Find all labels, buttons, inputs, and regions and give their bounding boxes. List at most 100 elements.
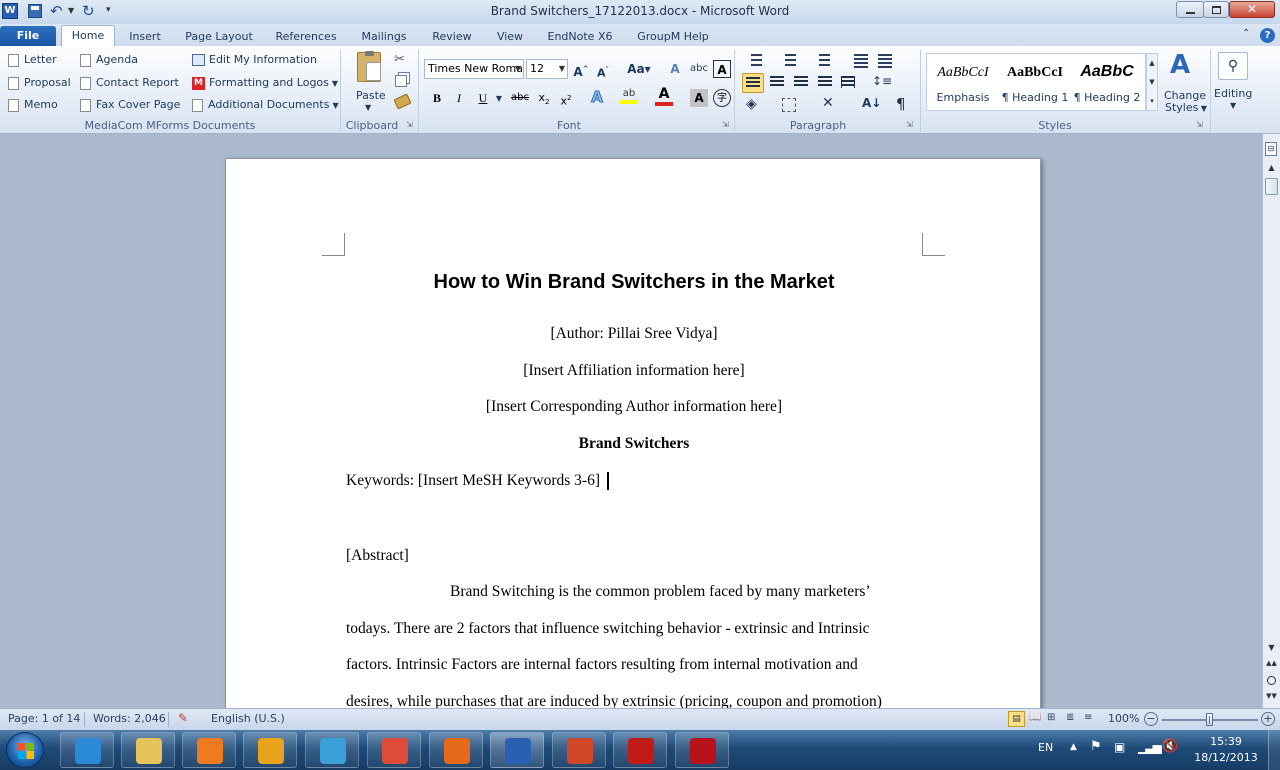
superscript-button[interactable]: x2 [557,89,575,108]
mforms-formatting-and-logos[interactable]: M Formatting and Logos ▼ [192,75,338,92]
paragraph-launcher-icon[interactable]: ⇲ [906,120,913,129]
decrease-indent-icon[interactable] [854,54,868,68]
justify-icon[interactable] [818,76,832,88]
mforms-contact-report[interactable]: Contact Report [80,75,179,91]
page-count[interactable]: Page: 1 of 14 [8,712,80,725]
taskbar-file-explorer-button[interactable] [121,732,175,768]
document-author[interactable]: [Author: Pillai Sree Vidya] [226,325,1042,343]
tab-references[interactable]: References [268,27,344,46]
character-shading-icon[interactable]: A [690,89,708,107]
taskbar-powerpoint-button[interactable] [552,732,606,768]
document-area[interactable]: How to Win Brand Switchers in the Market… [0,134,1262,708]
document-page[interactable]: How to Win Brand Switchers in the Market… [225,158,1041,708]
taskbar-endnote-button[interactable] [675,732,729,768]
tab-mailings[interactable]: Mailings [352,27,416,46]
taskbar-firefox-button[interactable] [429,732,483,768]
view-ruler-icon[interactable]: ⊟ [1265,142,1277,156]
bold-button[interactable]: B [428,89,446,107]
taskbar-media-player-button[interactable] [182,732,236,768]
taskbar-chrome-button[interactable] [367,732,421,768]
multilevel-list-icon[interactable] [814,54,830,68]
tab-file[interactable]: File [0,26,56,46]
mforms-proposal[interactable]: Proposal [8,75,71,91]
distributed-icon[interactable] [841,76,855,88]
enclose-characters-icon[interactable]: 字 [713,89,731,107]
bullets-icon[interactable] [746,54,762,68]
highlight-color-icon[interactable]: ab [620,88,638,104]
tab-review[interactable]: Review [424,27,480,46]
close-button[interactable]: ✕ [1229,1,1275,18]
clipboard-launcher-icon[interactable]: ⇲ [406,120,413,129]
previous-page-icon[interactable]: ▲▲ [1265,659,1278,671]
next-page-icon[interactable]: ▼▼ [1265,692,1278,704]
change-case-icon[interactable]: Aa▾ [626,60,652,78]
underline-dropdown-icon[interactable]: ▼ [490,90,508,108]
taskbar-word-button[interactable] [490,732,544,768]
document-abstract-heading[interactable]: [Abstract] [346,547,409,565]
grow-font-icon[interactable]: A^ [572,60,590,79]
clock-date[interactable]: 18/12/2013 [1190,751,1262,764]
tab-view[interactable]: View [488,27,532,46]
mforms-fax-cover-page[interactable]: Fax Cover Page [80,97,180,113]
zoom-in-button[interactable]: + [1261,712,1275,726]
style-heading-2[interactable]: AaBbC ¶ Heading 2 [1072,55,1142,109]
document-title[interactable]: How to Win Brand Switchers in the Market [226,271,1042,294]
outline-view-icon[interactable]: ≣ [1066,712,1074,723]
document-affiliation[interactable]: [Insert Affiliation information here] [226,362,1042,380]
minimize-button[interactable] [1176,1,1204,18]
align-right-icon[interactable] [794,76,808,88]
clear-formatting-icon[interactable]: A [666,60,684,78]
font-launcher-icon[interactable]: ⇲ [722,120,729,129]
increase-indent-icon[interactable] [878,54,892,68]
action-center-flag-icon[interactable]: ⚑ [1090,739,1102,754]
align-left-button[interactable] [742,73,764,93]
character-border-icon[interactable]: A [713,60,731,78]
scroll-thumb[interactable] [1265,178,1278,195]
word-count[interactable]: Words: 2,046 [93,712,166,725]
minimize-ribbon-icon[interactable]: ⌃ [1242,28,1250,39]
document-keywords[interactable]: Keywords: [Insert MeSH Keywords 3-6] [346,472,609,491]
mforms-edit-my-information[interactable]: Edit My Information [192,52,317,68]
draft-view-icon[interactable]: ≡ [1084,712,1092,723]
styles-gallery-scroll[interactable]: ▲ ▼ ▾ [1146,53,1158,111]
borders-icon[interactable] [782,98,796,112]
format-painter-icon[interactable] [393,93,412,110]
shrink-font-icon[interactable]: Aˇ [594,61,612,80]
style-heading-1[interactable]: AaBbCcI ¶ Heading 1 [1000,55,1070,109]
change-styles-button[interactable]: A Change Styles ▼ [1162,50,1207,116]
document-corresponding-author[interactable]: [Insert Corresponding Author information… [226,398,1042,416]
start-button[interactable] [6,732,44,768]
document-paragraph-line[interactable]: desires, while purchases that are induce… [346,693,882,708]
font-name-combo[interactable]: Times New Roma ▼ [424,59,524,79]
mforms-letter[interactable]: Letter [8,52,57,68]
numbering-icon[interactable] [780,54,796,68]
style-emphasis[interactable]: AaBbCcI Emphasis [928,55,998,109]
taskbar-acrobat-button[interactable] [613,732,667,768]
styles-launcher-icon[interactable]: ⇲ [1196,120,1203,129]
font-size-combo[interactable]: 12 ▼ [526,59,568,79]
show-hide-marks-icon[interactable]: ¶ [896,95,906,113]
paste-button[interactable]: Paste ▼ [352,50,388,112]
zoom-out-button[interactable]: − [1144,712,1158,726]
taskbar-internet-explorer-button[interactable] [60,732,114,768]
show-desktop-button[interactable] [1268,730,1280,770]
document-paragraph-line[interactable]: todays. There are 2 factors that influen… [346,620,870,638]
taskbar-outlook-button[interactable] [243,732,297,768]
web-layout-icon[interactable]: ⊞ [1047,712,1055,723]
phonetic-guide-icon[interactable]: abc [690,60,708,78]
editing-button[interactable]: ⚲ Editing ▼ [1214,50,1254,116]
proofing-icon[interactable]: ✎ [178,711,188,725]
copy-icon[interactable] [395,75,407,87]
sort-icon[interactable]: A↓ [862,96,881,110]
document-paragraph-line[interactable]: Brand Switching is the common problem fa… [450,583,871,601]
asian-layout-icon[interactable]: ✕ [822,95,834,111]
mforms-additional-documents[interactable]: Additional Documents ▼ [192,97,339,114]
restore-button[interactable] [1203,1,1229,18]
shading-icon[interactable]: ◈ [746,96,757,112]
subscript-button[interactable]: x2 [535,89,553,107]
tab-insert[interactable]: Insert [120,27,170,46]
italic-button[interactable]: I [450,89,468,107]
text-effects-icon[interactable]: A [588,88,606,107]
input-language[interactable]: EN [1038,741,1053,754]
mforms-memo[interactable]: Memo [8,97,58,113]
